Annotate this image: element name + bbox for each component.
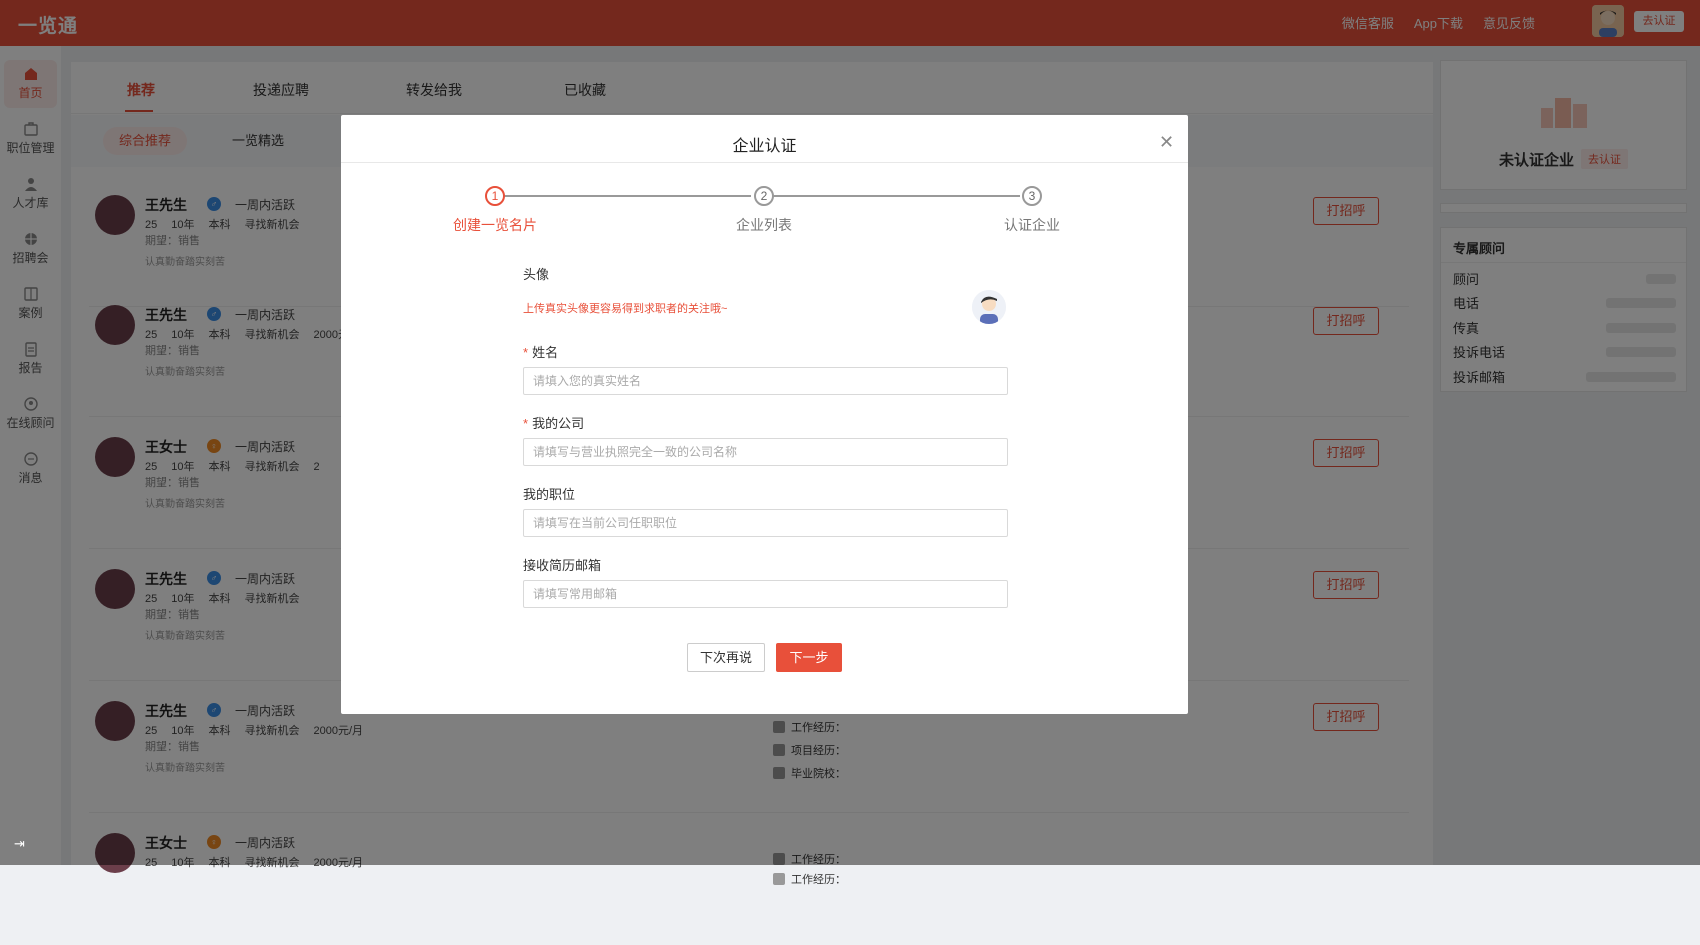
later-button[interactable]: 下次再说 [687, 643, 765, 672]
name-input[interactable] [523, 367, 1008, 395]
avatar-label: 头像 [523, 267, 550, 282]
step-connector [773, 195, 1020, 197]
avatar-image [972, 290, 1006, 324]
name-label: * 姓名 [523, 345, 559, 360]
close-icon[interactable]: ✕ [1159, 133, 1174, 151]
company-verification-dialog: 企业认证 ✕ 1 2 3 创建一览名片 企业列表 认证企业 头像 上传真实头像更… [341, 115, 1188, 714]
email-label: 接收简历邮箱 [523, 558, 602, 573]
company-label: * 我的公司 [523, 416, 585, 431]
step-3-label: 认证企业 [1004, 217, 1060, 233]
avatar-upload[interactable] [972, 290, 1006, 324]
avatar-tip: 上传真实头像更容易得到求职者的关注哦~ [523, 303, 728, 315]
next-button[interactable]: 下一步 [776, 643, 842, 672]
position-input[interactable] [523, 509, 1008, 537]
step-3-indicator: 3 [1022, 186, 1042, 206]
step-1-label: 创建一览名片 [453, 217, 537, 233]
work-experience-label: 工作经历： [773, 871, 846, 887]
email-input[interactable] [523, 580, 1008, 608]
step-1-indicator: 1 [485, 186, 505, 206]
step-connector [504, 195, 751, 197]
collapse-sidebar-icon[interactable]: ⇥ [14, 836, 25, 852]
step-2-label: 企业列表 [736, 217, 792, 233]
position-label: 我的职位 [523, 487, 576, 502]
step-2-indicator: 2 [754, 186, 774, 206]
dialog-title: 企业认证 [732, 138, 797, 155]
work-icon [773, 873, 785, 885]
company-input[interactable] [523, 438, 1008, 466]
